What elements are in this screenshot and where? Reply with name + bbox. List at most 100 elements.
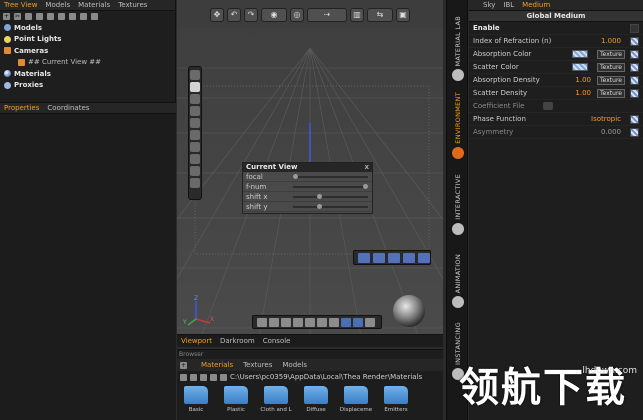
tab-viewport[interactable]: Viewport [177,335,216,347]
tree-item-proxies[interactable]: Proxies [4,80,175,92]
tab-tree-view[interactable]: Tree View [0,0,41,10]
redo-icon[interactable]: ↷ [244,7,258,22]
trash-icon[interactable]: ▥ [350,7,364,22]
undo-icon[interactable]: ↶ [227,7,241,22]
tab-browser-textures[interactable]: Textures [239,359,276,371]
copy-icon[interactable] [25,13,32,20]
render-region-icon[interactable]: ⇆ [367,7,393,22]
tab-properties[interactable]: Properties [0,103,43,113]
scatter-density-toggle[interactable] [630,88,639,98]
tree-item-current-view[interactable]: ## Current View ## [4,57,175,69]
menu-icon[interactable] [418,252,430,263]
tree-item-models[interactable]: Models [4,22,175,34]
frame-icon[interactable] [190,118,200,128]
tab-browser-materials[interactable]: Materials [197,359,237,371]
lock-icon[interactable] [69,13,76,20]
new-folder-icon[interactable] [210,373,217,381]
cut-icon[interactable]: ✂ [14,13,21,20]
display-icon[interactable] [190,130,200,140]
shift-y-knob[interactable] [317,204,322,209]
navigate-icon[interactable]: ✥ [210,7,224,22]
absorption-color-toggle[interactable] [630,49,639,59]
scatter-color-toggle[interactable] [630,62,639,72]
folder-emitters[interactable]: Emitters [379,386,413,413]
dolly-icon[interactable] [403,252,415,263]
absorption-color-texture-button[interactable]: Texture [597,49,625,59]
tab-animation[interactable]: ANIMATION [447,250,469,309]
coefficient-file-button[interactable] [543,102,553,110]
select-icon[interactable]: ◎ [290,7,304,22]
orbit-icon[interactable] [373,252,385,263]
transform-icon[interactable]: ⇢ [307,7,347,22]
ior-value[interactable]: 1.000 [601,37,621,45]
stop-icon[interactable] [190,106,200,116]
tab-environment[interactable]: ENVIRONMENT [447,88,469,159]
view-icon[interactable] [220,373,227,381]
toolbar-icon-10[interactable] [365,317,375,327]
fnum-slider[interactable] [293,184,368,189]
scatter-density-value[interactable]: 1.00 [575,89,591,97]
tab-medium[interactable]: Medium [518,0,554,10]
absorption-density-toggle[interactable] [630,75,639,85]
render-icon[interactable] [190,82,200,92]
orientation-sphere[interactable] [393,295,425,327]
checker-icon[interactable] [190,154,200,164]
close-icon[interactable] [190,178,200,188]
folder-up-icon[interactable] [190,373,197,381]
absorption-color-swatch[interactable] [572,50,588,58]
fnum-knob[interactable] [363,184,368,189]
toolbar-icon-9[interactable] [353,317,363,327]
add-icon[interactable]: + [3,13,10,20]
toolbar-icon-5[interactable] [305,317,315,327]
current-view-close[interactable]: x [364,163,369,172]
shift-x-knob[interactable] [317,194,322,199]
tab-models[interactable]: Models [41,0,74,10]
shift-y-slider[interactable] [293,204,368,209]
folder-plastic[interactable]: Plastic [219,386,253,413]
enable-row[interactable]: Enable [469,22,643,35]
asymmetry-toggle[interactable] [630,127,639,137]
tree-item-point-lights[interactable]: Point Lights [4,34,175,46]
search-icon[interactable] [180,373,187,381]
tab-sky[interactable]: Sky [479,0,499,10]
folder-diffuse[interactable]: Diffuse [299,386,333,413]
scale-icon[interactable]: ▣ [396,7,410,22]
add-icon[interactable]: + [180,361,187,369]
tab-material-lab[interactable]: MATERIAL LAB [447,12,469,82]
group-icon[interactable] [80,13,87,20]
phase-function-toggle[interactable] [630,114,639,124]
asymmetry-value[interactable]: 0.000 [601,128,621,136]
settings-icon[interactable] [91,13,98,20]
path-field[interactable]: C:\Users\pc0359\AppData\Local\Thea Rende… [230,373,422,381]
toolbar-icon-2[interactable] [269,317,279,327]
paste-icon[interactable] [36,13,43,20]
pause-icon[interactable] [190,94,200,104]
folder-displacement[interactable]: Displaceme [339,386,373,413]
refresh-icon[interactable] [190,166,200,176]
tree-item-cameras[interactable]: Cameras [4,45,175,57]
tab-darkroom[interactable]: Darkroom [216,335,259,347]
link-icon[interactable] [47,13,54,20]
scatter-color-swatch[interactable] [572,63,588,71]
toolbar-icon-4[interactable] [293,317,303,327]
absorption-density-texture-button[interactable]: Texture [597,75,625,85]
delete-icon[interactable] [58,13,65,20]
focal-knob[interactable] [293,174,298,179]
grid-icon[interactable] [190,142,200,152]
toolbar-icon-8[interactable] [341,317,351,327]
play-icon[interactable] [190,70,200,80]
toolbar-icon-3[interactable] [281,317,291,327]
tab-materials[interactable]: Materials [74,0,114,10]
pan-icon[interactable] [358,252,370,263]
tree-item-materials[interactable]: Materials [4,68,175,80]
folder-cloth[interactable]: Cloth and L [259,386,293,413]
focal-slider[interactable] [293,174,368,179]
tab-textures[interactable]: Textures [114,0,151,10]
tab-interactive[interactable]: INTERACTIVE [447,170,469,235]
phase-function-select[interactable]: Isotropic [591,115,621,123]
toolbar-icon-6[interactable] [317,317,327,327]
zoom-icon[interactable] [388,252,400,263]
tab-ibl[interactable]: IBL [499,0,518,10]
shift-x-slider[interactable] [293,194,368,199]
scatter-density-texture-button[interactable]: Texture [597,88,625,98]
